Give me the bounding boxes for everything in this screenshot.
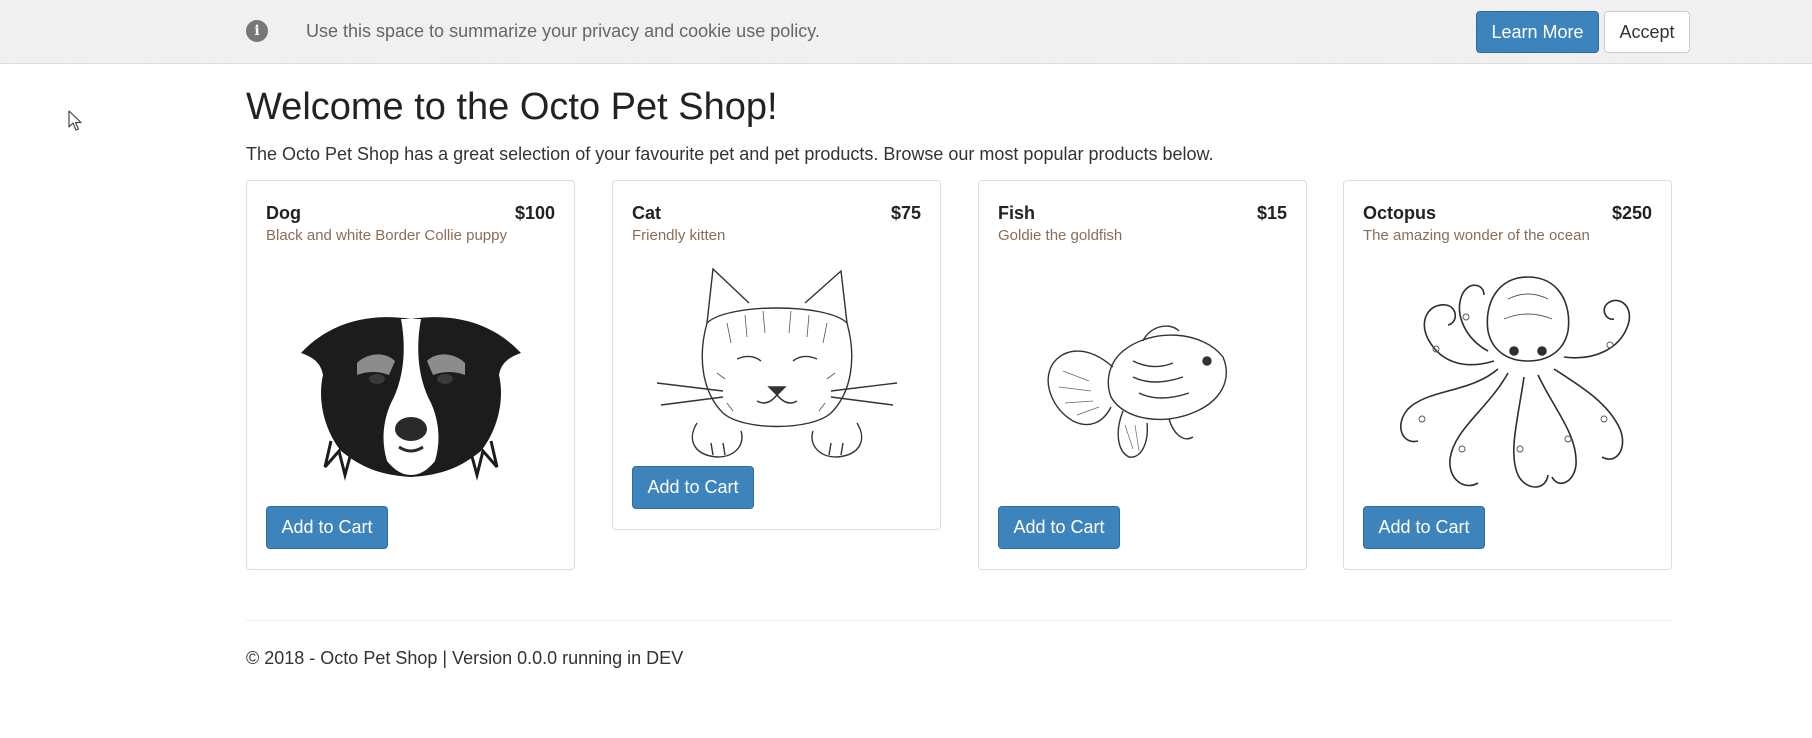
page-intro-text: The Octo Pet Shop has a great selection … [246,144,1214,164]
product-description: Goldie the goldfish [998,227,1123,244]
product-name: Cat [632,203,662,223]
product-name: Octopus [1363,203,1437,223]
octopus-illustration [1358,269,1658,499]
learn-more-button[interactable]: Learn More [1476,11,1599,53]
fish-illustration [993,311,1293,461]
add-to-cart-button[interactable]: Add to Cart [266,506,388,549]
accept-button[interactable]: Accept [1604,11,1690,53]
page-title: Welcome to the Octo Pet Shop! [246,86,778,128]
dog-illustration [261,291,561,481]
footer-divider [246,620,1672,621]
add-to-cart-button[interactable]: Add to Cart [998,506,1120,549]
mouse-cursor-icon [68,110,82,131]
footer-copyright: © 2018 - Octo Pet Shop | Version 0.0.0 r… [246,648,684,668]
product-price: $75 [890,203,921,223]
cookie-banner: i Use this space to summarize your priva… [0,0,1812,64]
product-card-octopus: Octopus $250 The amazing wonder of the o… [1343,180,1672,570]
product-card-cat: Cat $75 Friendly kitten Add to Cart [612,180,941,530]
product-price: $250 [1611,203,1652,223]
product-description: Black and white Border Collie puppy [266,227,507,244]
cookie-policy-text: Use this space to summarize your privacy… [306,21,820,41]
add-to-cart-button[interactable]: Add to Cart [1363,506,1485,549]
product-description: The amazing wonder of the ocean [1363,227,1590,244]
product-description: Friendly kitten [632,227,726,244]
product-name: Dog [266,203,301,223]
cat-illustration [627,263,927,463]
info-icon: i [246,20,268,42]
product-price: $15 [1256,203,1287,223]
product-card-dog: Dog $100 Black and white Border Collie p… [246,180,575,570]
product-card-fish: Fish $15 Goldie the goldfish Add to Cart [978,180,1307,570]
add-to-cart-button[interactable]: Add to Cart [632,466,754,509]
product-name: Fish [998,203,1036,223]
product-price: $100 [514,203,555,223]
